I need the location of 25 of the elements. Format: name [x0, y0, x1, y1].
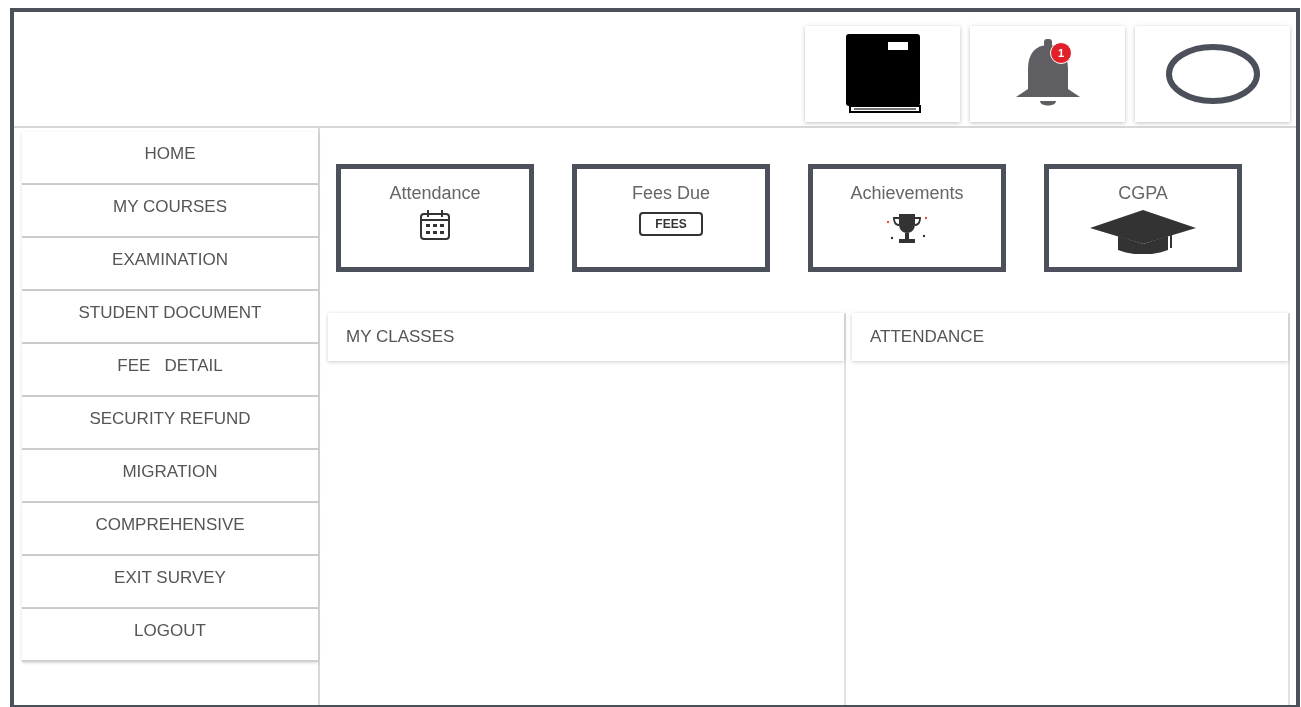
panel-title: ATTENDANCE [852, 313, 1288, 361]
summary-card[interactable]: Attendance [336, 164, 534, 272]
notifications-button[interactable]: 1 [970, 26, 1125, 122]
notification-badge: 1 [1050, 42, 1072, 64]
panel-title: MY CLASSES [328, 313, 844, 361]
sidebar-item[interactable]: MY COURSES [22, 185, 318, 238]
calendar-icon [418, 208, 452, 242]
book-icon [843, 34, 922, 114]
profile-button[interactable] [1135, 26, 1290, 122]
sidebar-item[interactable]: COMPREHENSIVE [22, 503, 318, 556]
graduation-cap-icon [1088, 208, 1198, 254]
circle-icon [1164, 43, 1261, 105]
book-button[interactable] [805, 26, 960, 122]
sidebar-item[interactable]: MIGRATION [22, 450, 318, 503]
sidebar-item[interactable]: EXIT SURVEY [22, 556, 318, 609]
sidebar-item[interactable]: STUDENT DOCUMENT [22, 291, 318, 344]
sidebar-item[interactable]: LOGOUT [22, 609, 318, 662]
summary-card[interactable]: Achievements [808, 164, 1006, 272]
sidebar-item[interactable]: EXAMINATION [22, 238, 318, 291]
sidebar-item[interactable]: SECURITY REFUND [22, 397, 318, 450]
summary-card[interactable]: Fees Due FEES [572, 164, 770, 272]
fees-tag: FEES [639, 212, 703, 236]
sidebar-item[interactable]: HOME [22, 132, 318, 185]
sidebar-item[interactable]: FEE DETAIL [22, 344, 318, 397]
summary-card[interactable]: CGPA [1044, 164, 1242, 272]
